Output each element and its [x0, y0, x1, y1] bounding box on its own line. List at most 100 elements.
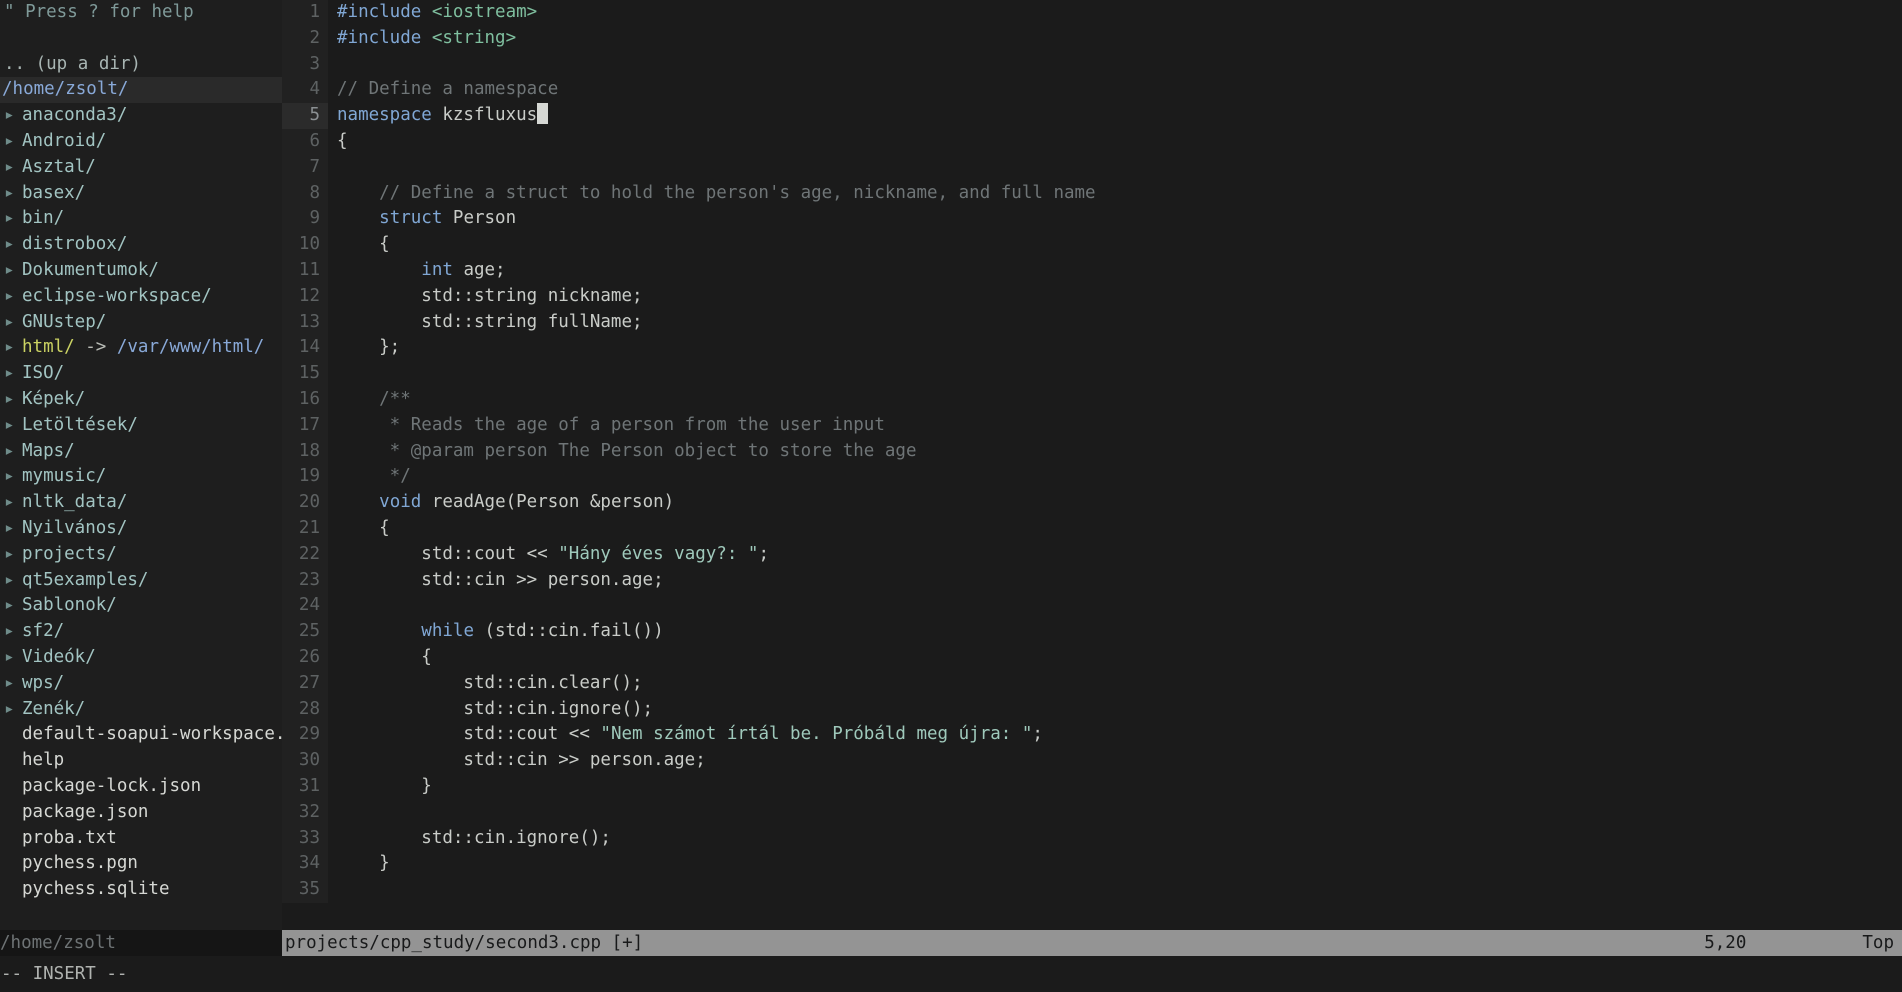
explorer-directory-item[interactable]: ▸ GNUstep/ [0, 310, 282, 336]
code-line[interactable]: 17 * Reads the age of a person from the … [282, 412, 1902, 439]
explorer-directory-item[interactable]: ▸ Dokumentumok/ [0, 258, 282, 284]
code-line[interactable]: 7 [282, 154, 1902, 181]
code-token-pln: std::cout << [337, 543, 559, 564]
code-line[interactable]: 18 * @param person The Person object to … [282, 438, 1902, 465]
line-number: 19 [282, 464, 328, 491]
file-explorer-pane[interactable]: " Press ? for help .. (up a dir) /home/z… [0, 0, 282, 930]
code-token-str: "Nem számot írtál be. Próbáld meg újra: … [600, 724, 1033, 745]
code-token-pln: ; [758, 543, 769, 564]
code-line[interactable]: 1 #include <iostream> [282, 0, 1902, 26]
code-line[interactable]: 32 [282, 799, 1902, 826]
explorer-file-item[interactable]: pychess.sqlite [0, 877, 282, 903]
code-line[interactable]: 10 { [282, 232, 1902, 258]
explorer-file-item[interactable]: proba.txt [0, 826, 282, 852]
explorer-current-directory[interactable]: /home/zsolt/ [0, 77, 282, 104]
code-line[interactable]: 23 std::cin >> person.age; [282, 567, 1902, 594]
explorer-directory-item[interactable]: ▸ Maps/ [0, 439, 282, 465]
explorer-directory-item[interactable]: ▸ eclipse-workspace/ [0, 284, 282, 310]
explorer-directory-item[interactable]: ▸ bin/ [0, 206, 282, 232]
explorer-directory-item[interactable]: ▸ ISO/ [0, 361, 282, 387]
explorer-item-label: Videók/ [22, 646, 96, 667]
explorer-directory-item[interactable]: ▸ Képek/ [0, 387, 282, 413]
code-line[interactable]: 28 std::cin.ignore(); [282, 696, 1902, 723]
code-line[interactable]: 5 namespace kzsfluxus [282, 103, 1902, 129]
explorer-directory-item[interactable]: ▸ anaconda3/ [0, 103, 282, 129]
code-token-pln: std::string fullName; [337, 311, 643, 332]
code-line[interactable]: 24 [282, 593, 1902, 620]
code-line[interactable]: 6{ [282, 128, 1902, 155]
code-line[interactable]: 33 std::cin.ignore(); [282, 825, 1902, 852]
explorer-directory-item[interactable]: ▸ projects/ [0, 542, 282, 568]
explorer-item-label: nltk_data/ [22, 492, 128, 513]
code-line-text: namespace kzsfluxus [328, 103, 1902, 129]
code-line[interactable]: 9 struct Person [282, 206, 1902, 233]
vim-window: " Press ? for help .. (up a dir) /home/z… [0, 0, 1902, 992]
chevron-right-icon: ▸ [4, 363, 15, 384]
code-line[interactable]: 30 std::cin >> person.age; [282, 748, 1902, 774]
code-line[interactable]: 22 std::cout << "Hány éves vagy?: "; [282, 541, 1902, 568]
explorer-directory-item[interactable]: ▸ mymusic/ [0, 464, 282, 490]
explorer-item-label: eclipse-workspace/ [22, 285, 212, 306]
explorer-directory-item[interactable]: ▸ nltk_data/ [0, 490, 282, 516]
explorer-directory-item[interactable]: ▸ Letöltések/ [0, 413, 282, 439]
explorer-directory-item[interactable]: ▸ Sablonok/ [0, 593, 282, 619]
code-line[interactable]: 11 int age; [282, 257, 1902, 284]
code-line-text: * Reads the age of a person from the use… [328, 413, 1902, 439]
line-number: 17 [282, 412, 328, 439]
explorer-directory-item[interactable]: ▸ Android/ [0, 129, 282, 155]
code-line[interactable]: 14 }; [282, 335, 1902, 362]
code-line[interactable]: 34 } [282, 851, 1902, 878]
code-line[interactable]: 26 { [282, 644, 1902, 671]
code-line-text: #include <string> [328, 26, 1902, 52]
code-line[interactable]: 27 std::cin.clear(); [282, 670, 1902, 697]
code-line[interactable]: 13 std::string fullName; [282, 309, 1902, 336]
explorer-directory-item[interactable]: ▸ Zenék/ [0, 697, 282, 723]
code-token-str: "Hány éves vagy?: " [558, 543, 759, 564]
code-line[interactable]: 16 /** [282, 386, 1902, 413]
explorer-directory-item[interactable]: ▸ Videók/ [0, 645, 282, 671]
code-line[interactable]: 8 // Define a struct to hold the person'… [282, 180, 1902, 207]
explorer-statusline: /home/zsolt [0, 930, 282, 956]
line-number: 9 [282, 206, 328, 233]
line-number: 26 [282, 644, 328, 671]
code-line[interactable]: 12 std::string nickname; [282, 283, 1902, 310]
explorer-directory-item[interactable]: ▸ distrobox/ [0, 232, 282, 258]
explorer-item-label: GNUstep/ [22, 311, 107, 332]
code-line-text: { [328, 516, 1902, 542]
code-line[interactable]: 4 // Define a namespace [282, 77, 1902, 104]
chevron-right-icon: ▸ [4, 259, 15, 280]
code-token-typ: void [379, 492, 422, 513]
line-number: 2 [282, 25, 328, 52]
code-line[interactable]: 35 [282, 877, 1902, 903]
code-line[interactable]: 20 void readAge(Person &person) [282, 490, 1902, 516]
chevron-right-icon: ▸ [4, 698, 15, 719]
explorer-file-item[interactable]: default-soapui-workspace.xml [0, 722, 282, 748]
code-line-text: }; [328, 335, 1902, 361]
code-editor-pane[interactable]: 1 #include <iostream> 2 #include <string> 3 4… [282, 0, 1902, 930]
explorer-file-item[interactable]: package-lock.json [0, 774, 282, 800]
explorer-up-a-dir[interactable]: .. (up a dir) [0, 52, 282, 78]
explorer-directory-item[interactable]: ▸ Nyilvános/ [0, 516, 282, 542]
code-line[interactable]: 29 std::cout << "Nem számot írtál be. Pr… [282, 722, 1902, 749]
explorer-directory-item[interactable]: ▸ basex/ [0, 181, 282, 207]
explorer-directory-item[interactable]: ▸ wps/ [0, 671, 282, 697]
explorer-file-item[interactable]: help [0, 748, 282, 774]
explorer-symlink-item[interactable]: ▸ html/ -> /var/www/html/ [0, 335, 282, 361]
code-line[interactable]: 25 while (std::cin.fail()) [282, 619, 1902, 645]
code-line[interactable]: 21 { [282, 515, 1902, 542]
code-line[interactable]: 3 [282, 51, 1902, 78]
explorer-item-label: default-soapui-workspace.xml [22, 724, 282, 745]
code-line[interactable]: 19 */ [282, 464, 1902, 491]
statusline-scroll-indicator: Top [1862, 933, 1894, 953]
explorer-file-item[interactable]: package.json [0, 800, 282, 826]
code-token-cmt: // Define a struct to hold the person's … [337, 182, 1096, 203]
code-line[interactable]: 15 [282, 361, 1902, 387]
code-line[interactable]: 2 #include <string> [282, 25, 1902, 52]
explorer-directory-item[interactable]: ▸ sf2/ [0, 619, 282, 645]
explorer-directory-item[interactable]: ▸ qt5examples/ [0, 568, 282, 594]
explorer-file-item[interactable]: pychess.pgn [0, 851, 282, 877]
line-number: 11 [282, 257, 328, 284]
code-line[interactable]: 31 } [282, 773, 1902, 800]
explorer-directory-item[interactable]: ▸ Asztal/ [0, 155, 282, 181]
line-number: 33 [282, 825, 328, 852]
